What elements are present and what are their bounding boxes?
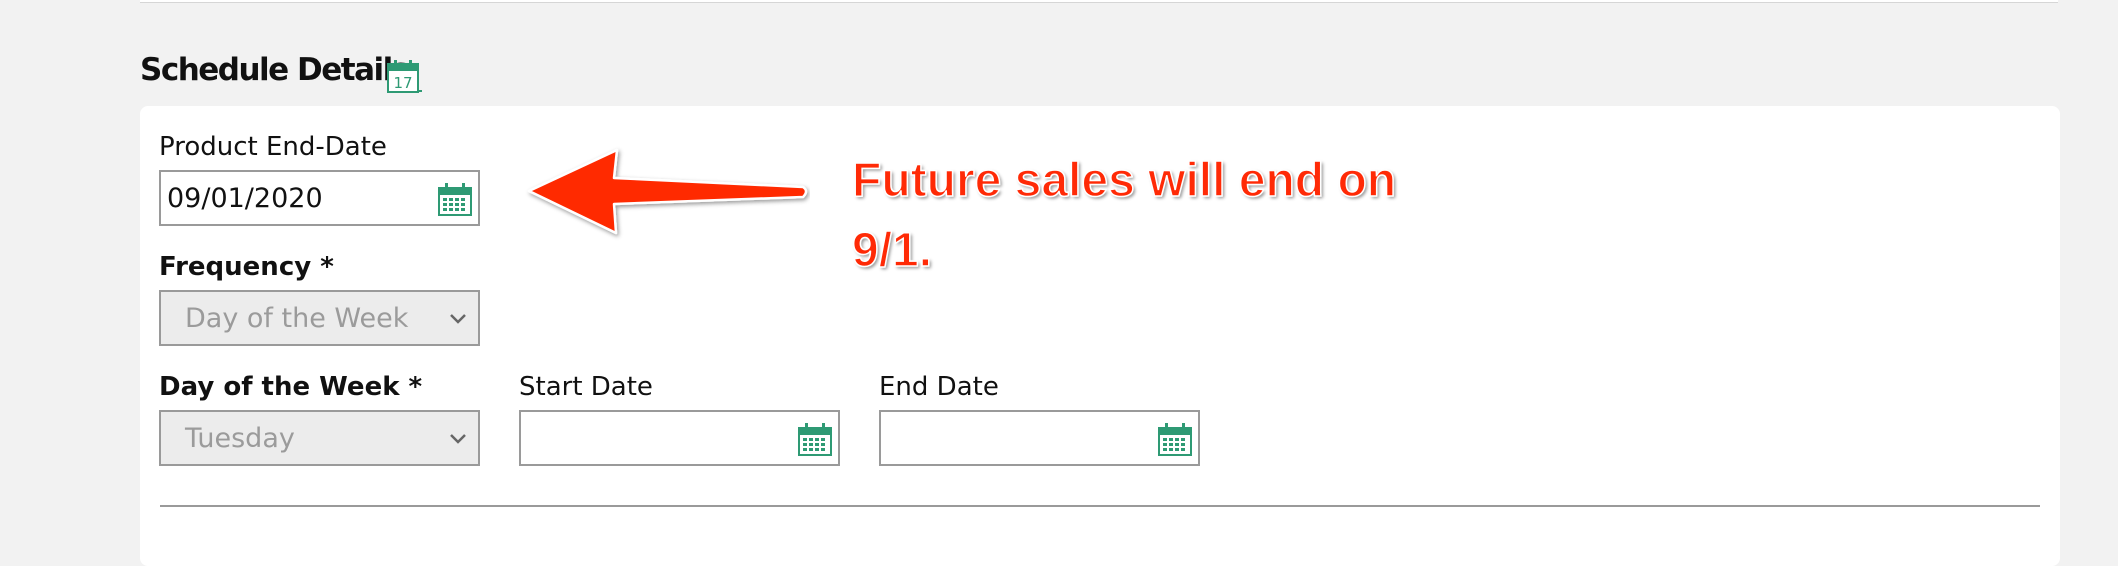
calendar-icon[interactable] [438,182,472,216]
previous-section-panel [140,0,2058,3]
svg-text:17: 17 [393,74,412,92]
calendar-17-icon: 17 [387,60,422,93]
section-title: Schedule Details [140,52,410,88]
product-end-date-field[interactable]: 09/01/2020 [159,170,480,226]
end-date-label: End Date [879,372,999,402]
end-date-field[interactable] [879,410,1200,466]
start-date-field[interactable] [519,410,840,466]
section-divider [160,505,2040,507]
calendar-icon[interactable] [1158,422,1192,456]
product-end-date-label: Product End-Date [159,132,387,162]
frequency-label: Frequency * [159,252,334,282]
annotation-text: Future sales will end on 9/1. [851,153,1397,278]
chevron-down-icon [450,314,466,324]
frequency-select[interactable]: Day of the Week [159,290,480,346]
chevron-down-icon [450,434,466,444]
day-of-week-label: Day of the Week * [159,372,423,402]
calendar-icon[interactable] [798,422,832,456]
day-of-week-selected-value: Tuesday [185,423,295,454]
annotation-arrow-icon [527,148,808,235]
frequency-selected-value: Day of the Week [185,303,409,334]
day-of-week-select[interactable]: Tuesday [159,410,480,466]
product-end-date-value: 09/01/2020 [167,183,323,214]
start-date-label: Start Date [519,372,653,402]
